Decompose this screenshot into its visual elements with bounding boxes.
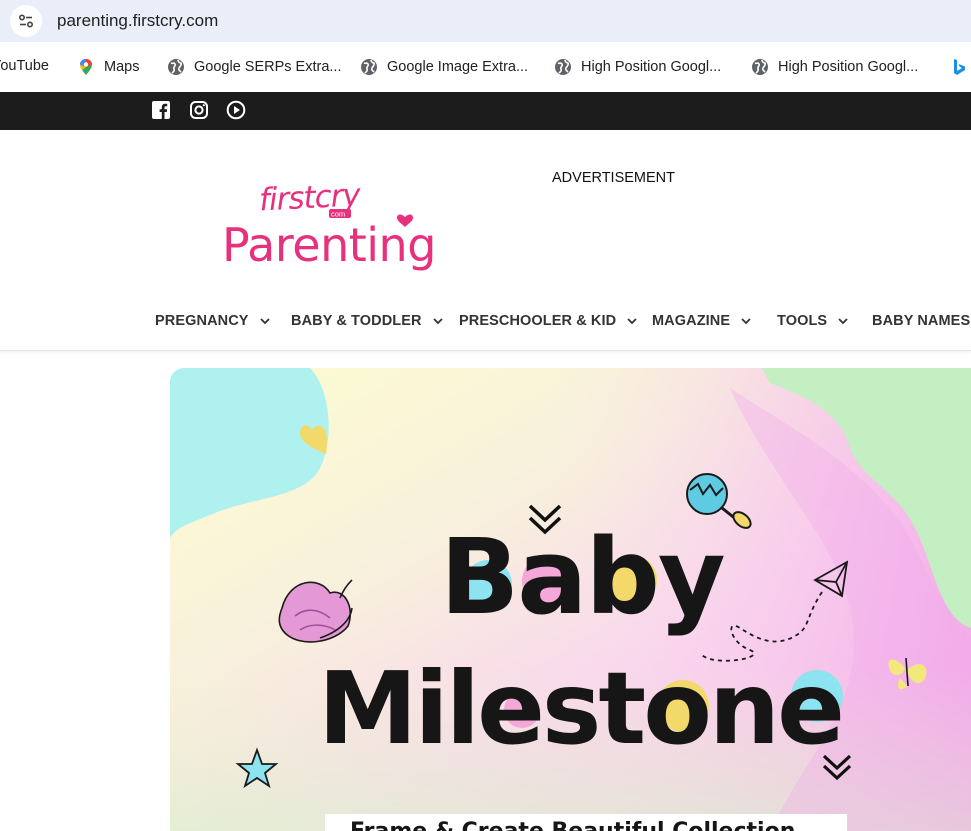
nav-label: TOOLS: [777, 313, 828, 329]
baby-milestone-banner[interactable]: Baby Milestone: [170, 368, 971, 831]
bookmark-bing[interactable]: [950, 58, 971, 76]
nav-baby-names[interactable]: BABY NAMES: [872, 313, 970, 329]
nav-pregnancy[interactable]: PREGNANCY: [155, 313, 271, 329]
nav-label: BABY & TODDLER: [291, 313, 422, 329]
chevron-down-icon: [627, 318, 637, 325]
bookmark-google-image[interactable]: Google Image Extra...: [360, 58, 528, 76]
facebook-icon[interactable]: [152, 101, 170, 119]
instagram-icon[interactable]: [189, 100, 209, 120]
chevron-down-icon: [838, 318, 848, 325]
bookmark-label: Google Image Extra...: [387, 59, 529, 75]
bookmark-high-position-2[interactable]: High Position Googl...: [751, 58, 918, 76]
globe-icon: [555, 59, 571, 75]
main-nav: PREGNANCY BABY & TODDLER PRESCHOOLER & K…: [0, 300, 971, 351]
social-bar: [0, 92, 971, 130]
bookmark-label: Maps: [104, 59, 140, 75]
nav-label: BABY NAMES: [872, 313, 971, 329]
bookmark-label: High Position Googl...: [778, 59, 919, 75]
firstcry-parenting-logo[interactable]: firstcry com Parenting: [218, 172, 483, 272]
nav-label: PREGNANCY: [155, 313, 249, 329]
globe-icon: [752, 59, 768, 75]
maps-pin-icon: [80, 59, 92, 75]
nav-label: PRESCHOOLER & KID: [459, 313, 617, 329]
chevron-down-icon: [259, 318, 270, 325]
chevron-down-icon: [741, 318, 751, 325]
bookmarks-bar: YouTube Maps Google SERPs Extra... Googl…: [0, 42, 971, 92]
play-icon[interactable]: [226, 100, 246, 120]
nav-magazine[interactable]: MAGAZINE: [652, 313, 752, 329]
bookmark-maps[interactable]: Maps: [77, 58, 139, 76]
nav-baby-toddler[interactable]: BABY & TODDLER: [291, 313, 444, 329]
url-text[interactable]: parenting.firstcry.com: [57, 11, 218, 31]
banner-title-line1: Baby: [440, 516, 724, 638]
address-bar[interactable]: parenting.firstcry.com: [0, 0, 971, 42]
banner-subtitle: Frame & Create Beautiful Collection: [350, 819, 795, 831]
globe-icon: [168, 59, 184, 75]
bookmark-label: High Position Googl...: [581, 59, 722, 75]
globe-icon: [361, 59, 377, 75]
bookmark-google-serps[interactable]: Google SERPs Extra...: [167, 58, 341, 76]
nav-preschooler-kid[interactable]: PRESCHOOLER & KID: [459, 313, 638, 329]
nav-tools[interactable]: TOOLS: [777, 313, 849, 329]
site-info-icon[interactable]: [10, 5, 42, 37]
bing-icon: [954, 59, 965, 75]
svg-text:Parenting: Parenting: [222, 218, 436, 272]
banner-title-line2: Milestone: [318, 650, 842, 767]
chevron-down-icon: [432, 318, 443, 325]
advertisement-label: ADVERTISEMENT: [552, 170, 676, 186]
bookmark-youtube[interactable]: YouTube: [0, 58, 49, 74]
bookmark-high-position-1[interactable]: High Position Googl...: [554, 58, 721, 76]
nav-label: MAGAZINE: [652, 313, 731, 329]
bookmark-label: YouTube: [0, 58, 49, 74]
bookmark-label: Google SERPs Extra...: [194, 59, 342, 75]
browser-toolbar: parenting.firstcry.com: [0, 0, 971, 42]
